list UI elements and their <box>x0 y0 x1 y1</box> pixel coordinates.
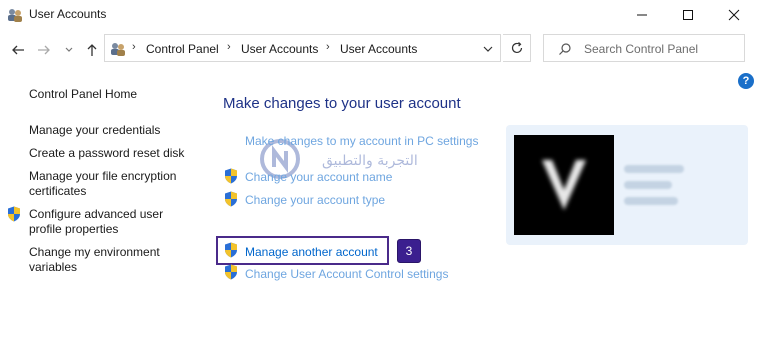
sidebar-item-password-reset[interactable]: Create a password reset disk <box>29 146 199 161</box>
uac-shield-icon <box>8 206 20 222</box>
avatar <box>514 135 614 235</box>
users-icon <box>111 43 125 56</box>
search-icon <box>559 43 571 55</box>
breadcrumb-control-panel[interactable]: Control Panel <box>146 42 219 56</box>
close-button[interactable] <box>711 0 757 30</box>
window-title: User Accounts <box>29 7 107 21</box>
link-manage-another-account[interactable]: Manage another account <box>245 245 378 259</box>
account-type-placeholder <box>624 181 672 189</box>
step-number-badge: 3 <box>397 239 421 263</box>
sidebar-item-credentials[interactable]: Manage your credentials <box>29 123 199 138</box>
search-placeholder: Search Control Panel <box>584 42 699 56</box>
link-pc-settings[interactable]: Make changes to my account in PC setting… <box>245 134 478 148</box>
uac-shield-icon <box>225 191 237 207</box>
maximize-icon <box>683 10 693 20</box>
uac-shield-icon <box>225 168 237 184</box>
uac-shield-icon <box>225 264 237 280</box>
breadcrumb-separator[interactable]: › <box>227 41 231 53</box>
help-icon[interactable]: ? <box>738 73 754 89</box>
refresh-icon <box>511 42 522 54</box>
refresh-button[interactable] <box>503 34 531 62</box>
sidebar-item-encryption-certificates[interactable]: Manage your file encryption certificates <box>29 169 189 199</box>
chevron-down-icon[interactable] <box>482 43 494 55</box>
arrow-up-icon <box>87 44 97 56</box>
minimize-icon <box>637 14 647 16</box>
breadcrumb-user-accounts[interactable]: User Accounts <box>241 42 318 56</box>
navigation-bar: › Control Panel › User Accounts › User A… <box>0 34 757 66</box>
link-uac-settings[interactable]: Change User Account Control settings <box>245 267 448 281</box>
account-name-placeholder <box>624 165 684 173</box>
breadcrumb-separator[interactable]: › <box>132 41 136 53</box>
account-card <box>506 125 748 245</box>
sidebar-control-panel-home[interactable]: Control Panel Home <box>29 87 137 102</box>
users-icon <box>8 9 22 22</box>
forward-button[interactable] <box>34 40 54 60</box>
back-button[interactable] <box>8 40 28 60</box>
sidebar-item-profile-properties[interactable]: Configure advanced user profile properti… <box>29 207 179 237</box>
arrow-left-icon <box>12 45 24 55</box>
link-change-account-name[interactable]: Change your account name <box>245 170 392 184</box>
recent-locations-button[interactable] <box>62 40 76 60</box>
maximize-button[interactable] <box>665 0 711 30</box>
minimize-button[interactable] <box>619 0 665 30</box>
arrow-right-icon <box>38 45 50 55</box>
link-change-account-type[interactable]: Change your account type <box>245 193 385 207</box>
title-bar: User Accounts <box>0 0 757 30</box>
page-title: Make changes to your user account <box>223 95 461 112</box>
search-box[interactable]: Search Control Panel <box>543 34 745 62</box>
chevron-down-icon <box>65 47 73 52</box>
watermark-text: التجربة والتطبيق <box>322 153 418 169</box>
sidebar-item-environment-variables[interactable]: Change my environment variables <box>29 245 179 275</box>
breadcrumb-separator[interactable]: › <box>326 41 330 53</box>
close-icon <box>728 9 740 21</box>
address-bar[interactable]: › Control Panel › User Accounts › User A… <box>104 34 501 62</box>
avatar-image <box>542 160 586 210</box>
account-protection-placeholder <box>624 197 678 205</box>
breadcrumb-user-accounts-current[interactable]: User Accounts <box>340 42 417 56</box>
up-button[interactable] <box>82 40 102 60</box>
uac-shield-icon <box>225 242 237 258</box>
